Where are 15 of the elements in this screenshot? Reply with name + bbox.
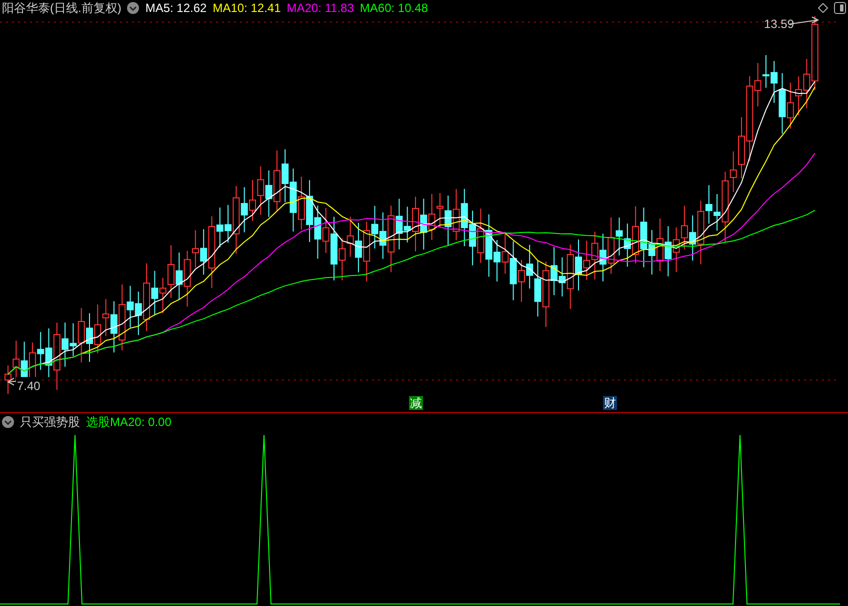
event-marker[interactable]: 减 (409, 396, 423, 410)
panel-toggle-icon[interactable] (834, 2, 846, 14)
indicator-title: 只买强势股 (20, 414, 80, 431)
high-price-label: 13.59 (764, 16, 794, 33)
indicator-value: 选股MA20: 0.00 (86, 414, 172, 431)
moving-average-value: MA20: 11.83 (286, 0, 354, 17)
chevron-down-icon[interactable] (2, 416, 14, 428)
low-price-label: 7.40 (16, 377, 42, 395)
chevron-down-icon[interactable] (127, 2, 140, 14)
moving-average-value: MA5: 12.62 (145, 0, 207, 17)
event-marker[interactable]: 财 (603, 396, 617, 410)
moving-average-value: MA60: 10.48 (360, 0, 428, 17)
moving-average-value: MA10: 12.41 (212, 0, 281, 17)
stock-title: 阳谷华泰(日线.前复权) (2, 0, 122, 17)
diamond-icon[interactable] (818, 3, 828, 13)
